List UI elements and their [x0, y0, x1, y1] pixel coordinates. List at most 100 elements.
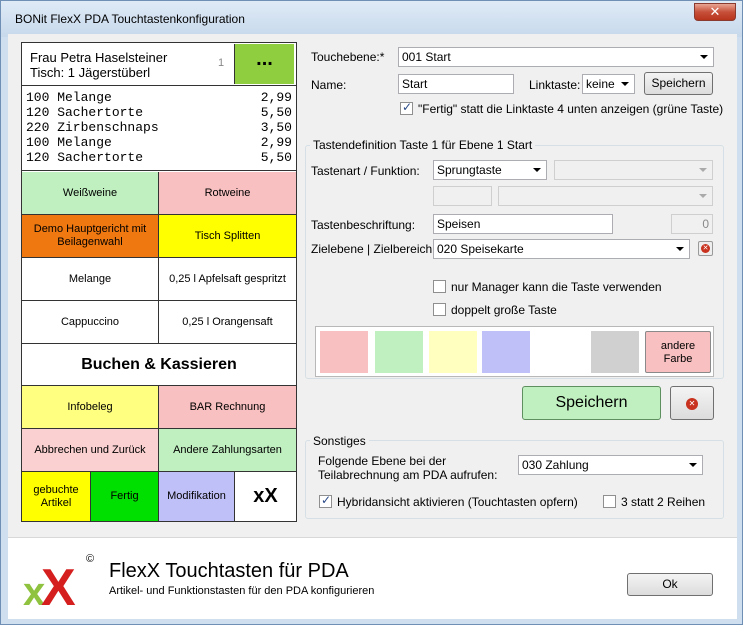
- footer-title: FlexX Touchtasten für PDA: [109, 560, 349, 582]
- order-item: 100 Melange: [26, 135, 112, 150]
- color-swatch[interactable]: [591, 331, 639, 373]
- reihen-checkbox-label: 3 statt 2 Reihen: [621, 495, 706, 509]
- chevron-down-icon: [699, 194, 707, 198]
- close-icon: ✕: [701, 244, 710, 253]
- name-label: Name:: [311, 78, 347, 92]
- footer-subtitle: Artikel- und Funktionstasten für den PDA…: [109, 585, 375, 597]
- key-tisch-splitten[interactable]: Tisch Splitten: [159, 215, 296, 258]
- chevron-down-icon: [621, 82, 629, 86]
- key-modifikation[interactable]: Modifikation: [159, 472, 235, 521]
- app-window: BONit FlexX PDA Touchtastenkonfiguration…: [0, 0, 743, 625]
- list-item: 100 Melange 2,99: [26, 135, 292, 150]
- tastenart-label: Tastenart / Funktion:: [311, 164, 420, 178]
- svg-text:X: X: [41, 559, 76, 609]
- zielebene-value: 020 Speisekarte: [437, 242, 524, 256]
- ok-button[interactable]: Ok: [627, 573, 713, 596]
- param-select[interactable]: [498, 186, 713, 206]
- checkmark-icon: ✓: [321, 493, 332, 507]
- buchen-kassieren-button[interactable]: Buchen & Kassieren: [22, 344, 296, 386]
- chevron-down-icon: [533, 168, 541, 172]
- reihen-checkbox[interactable]: [603, 495, 616, 508]
- manager-checkbox[interactable]: [433, 280, 446, 293]
- key-weissweine[interactable]: Weißweine: [22, 172, 159, 215]
- cancel-button[interactable]: ✕: [670, 386, 714, 420]
- chevron-down-icon: [700, 55, 708, 59]
- zielebene-select[interactable]: 020 Speisekarte: [433, 239, 690, 259]
- order-price: 2,99: [260, 135, 292, 150]
- touchebene-value: 001 Start: [402, 50, 451, 64]
- list-item: 100 Melange 2,99: [26, 90, 292, 105]
- name-input[interactable]: Start: [398, 74, 514, 94]
- more-button[interactable]: ...: [234, 44, 294, 84]
- hybrid-checkbox[interactable]: ✓: [319, 493, 332, 508]
- folgende-value: 030 Zahlung: [522, 458, 589, 472]
- key-demo-hauptgericht[interactable]: Demo Hauptgericht mit Beilagenwahl: [22, 215, 159, 258]
- tastenart-value: Sprungtaste: [437, 163, 502, 177]
- funktion-select[interactable]: [554, 160, 713, 180]
- speichern-button[interactable]: Speichern: [522, 386, 661, 420]
- save-button[interactable]: Speichern: [644, 72, 713, 95]
- beschriftung-input[interactable]: Speisen: [433, 214, 613, 234]
- zielebene-label: Zielebene | Zielbereich:: [311, 242, 436, 256]
- key-bar-rechnung[interactable]: BAR Rechnung: [159, 386, 296, 429]
- delete-icon[interactable]: ✕: [698, 241, 713, 256]
- manager-checkbox-label: nur Manager kann die Taste verwenden: [451, 280, 662, 294]
- key-xx[interactable]: xX: [235, 472, 296, 521]
- linktaste-value: keine: [586, 77, 615, 91]
- window-title: BONit FlexX PDA Touchtastenkonfiguration: [15, 12, 245, 26]
- chevron-down-icon: [699, 168, 707, 172]
- key-rotweine[interactable]: Rotweine: [159, 172, 296, 215]
- andere-farbe-button[interactable]: andere Farbe: [645, 331, 711, 373]
- key-apfelsaft[interactable]: 0,25 l Apfelsaft gespritzt: [159, 258, 296, 301]
- key-andere-zahlungsarten[interactable]: Andere Zahlungsarten: [159, 429, 296, 472]
- color-swatch[interactable]: [482, 331, 530, 373]
- pda-header: Frau Petra Haselsteiner Tisch: 1 Jägerst…: [22, 43, 296, 86]
- linktaste-select[interactable]: keine: [582, 74, 635, 94]
- fertig-checkbox[interactable]: ✓: [400, 100, 413, 115]
- key-cappuccino[interactable]: Cappuccino: [22, 301, 159, 344]
- logo-graphic: x X: [23, 559, 76, 617]
- order-item: 120 Sachertorte: [26, 105, 144, 120]
- order-price: 5,50: [260, 150, 292, 165]
- order-price: 3,50: [260, 120, 292, 135]
- close-icon[interactable]: ✕: [694, 3, 736, 21]
- color-swatch[interactable]: [537, 331, 585, 373]
- table-name: Tisch: 1 Jägerstüberl: [30, 65, 151, 80]
- list-item: 120 Sachertorte 5,50: [26, 105, 292, 120]
- chevron-down-icon: [689, 463, 697, 467]
- color-swatch[interactable]: [375, 331, 423, 373]
- linktaste-label: Linktaste:: [529, 78, 581, 92]
- key-abbrechen[interactable]: Abbrechen und Zurück: [22, 429, 159, 472]
- doppelt-checkbox-label: doppelt große Taste: [451, 303, 557, 317]
- key-infobeleg[interactable]: Infobeleg: [22, 386, 159, 429]
- beschriftung-label: Tastenbeschriftung:: [311, 218, 416, 232]
- order-list: 100 Melange 2,99 120 Sachertorte 5,50 220 …: [22, 87, 296, 171]
- order-item: 220 Zirbenschnaps: [26, 120, 159, 135]
- doppelt-checkbox[interactable]: [433, 303, 446, 316]
- tastenart-select[interactable]: Sprungtaste: [433, 160, 547, 180]
- tastendefinition-title: Tastendefinition Taste 1 für Ebene 1 Sta…: [310, 138, 536, 152]
- chevron-down-icon: [676, 247, 684, 251]
- color-swatch[interactable]: [320, 331, 368, 373]
- hybrid-checkbox-label: Hybridansicht aktivieren (Touchtasten op…: [337, 495, 578, 509]
- count-input[interactable]: 0: [671, 214, 713, 234]
- footer-panel: x X © FlexX Touchtasten für PDA Artikel-…: [8, 537, 737, 619]
- sonstiges-title: Sonstiges: [310, 434, 369, 448]
- touchebene-select[interactable]: 001 Start: [398, 47, 714, 67]
- folgende-label-2: Teilabrechnung am PDA aufrufen:: [318, 468, 498, 482]
- fertig-checkbox-label: "Fertig" statt die Linktaste 4 unten anz…: [418, 102, 724, 116]
- pda-preview: Frau Petra Haselsteiner Tisch: 1 Jägerst…: [21, 42, 297, 522]
- close-icon: ✕: [686, 398, 698, 410]
- key-fertig[interactable]: Fertig: [91, 472, 159, 521]
- param-input[interactable]: [433, 186, 492, 206]
- folgende-label-1: Folgende Ebene bei der: [318, 454, 447, 468]
- color-palette: andere Farbe: [315, 326, 714, 377]
- color-swatch[interactable]: [429, 331, 477, 373]
- key-orangensaft[interactable]: 0,25 l Orangensaft: [159, 301, 296, 344]
- order-price: 5,50: [260, 105, 292, 120]
- folgende-select[interactable]: 030 Zahlung: [518, 455, 703, 475]
- key-gebuchte-artikel[interactable]: gebuchte Artikel: [22, 472, 91, 521]
- list-item: 120 Sachertorte 5,50: [26, 150, 292, 165]
- key-melange[interactable]: Melange: [22, 258, 159, 301]
- touchebene-label: Touchebene:*: [311, 50, 385, 64]
